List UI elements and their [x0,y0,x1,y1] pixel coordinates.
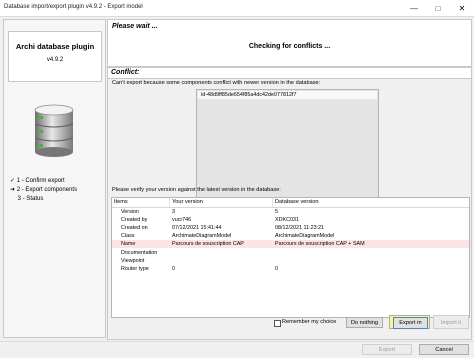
cell-item: Created by [121,217,148,224]
export-button-frame: Export m [393,316,428,330]
export-my-version-label: Export m [393,317,428,329]
cell-item: Created on [121,225,148,232]
cancel-button[interactable]: Cancel [419,344,469,355]
cell-item: Class [121,233,135,240]
table-row[interactable]: Class ArchimateDiagramModel ArchimateDiagr… [112,232,469,240]
column-header-database-version[interactable]: Database version [273,198,469,207]
please-wait-title: Please wait ... [112,23,158,30]
conflict-header: Conflict: [108,68,471,79]
step-status: 3 - Status [10,195,77,204]
cell-item: Router type [121,265,149,272]
remember-choice-label: Remember my choice [282,319,337,325]
cell-item: Viewpoint [121,257,145,264]
cell-item: Documentation [121,249,158,256]
wizard-steps: ✓ 1 - Confirm export ➜ 2 - Export compon… [10,177,77,204]
cell-your-version: vucr746 [172,217,192,224]
table-row[interactable]: Created by vucr746 XDKC031 [112,216,469,224]
cell-database-version: Parcours de souscription CAP + SAM [275,241,365,248]
plugin-info-box: Archi database plugin v4.9.2 [8,31,102,82]
verify-message: Please verify your version against the l… [112,187,281,193]
maximize-icon[interactable]: □ [426,0,450,16]
database-icon [32,104,76,160]
cell-database-version: XDKC031 [275,217,299,224]
table-row[interactable]: Version 3 5 [112,208,469,216]
step-confirm-export: ✓ 1 - Confirm export [10,177,77,186]
cell-database-version: 08/12/2021 11:23:21 [275,225,325,232]
table-header: Items Your version Database version [112,198,469,208]
version-comparison-table: Items Your version Database version Vers… [111,197,470,318]
cell-item: Version [121,209,139,215]
import-database-version-button[interactable]: Import it [433,315,469,329]
conflict-message: Can't export because some components con… [112,80,321,86]
table-row[interactable]: Viewpoint [112,257,469,265]
progress-panel: Please wait ... Checking for conflicts .… [107,19,472,67]
cell-database-version: 5 [275,209,278,215]
export-button[interactable]: Export [362,344,412,355]
cell-your-version: ArchimateDiagramModel [172,233,232,240]
remember-choice-checkbox[interactable] [274,320,281,327]
list-item[interactable]: id-48d9ff85de654f85a4dc42de077812f7 [198,91,377,99]
step-label: 2 - Export components [16,187,78,193]
cell-your-version: Parcours de souscription CAP [172,241,244,248]
progress-status: Checking for conflicts ... [248,43,331,50]
table-row[interactable]: Created on 07/12/2021 15:41:44 08/12/2021 … [112,224,469,232]
column-header-your-version[interactable]: Your version [170,198,273,207]
title-bar: Database import/export plugin v4.9.2 - E… [0,0,474,17]
arrow-right-icon: ➜ [10,187,16,193]
cell-your-version: 07/12/2021 15:41:44 [172,225,222,232]
plugin-name: Archi database plugin [15,42,95,51]
window-controls: — □ ✕ [402,0,474,16]
export-model-window: Database import/export plugin v4.9.2 - E… [0,0,474,358]
checkmark-icon: ✓ [10,178,16,184]
wizard-sidebar: Archi database plugin v4.9.2 ✓ 1 - Confi… [3,19,106,338]
close-icon[interactable]: ✕ [450,0,474,16]
export-my-version-button[interactable]: Export m [389,315,430,329]
conflict-panel: Conflict: Can't export because some comp… [107,67,472,340]
step-label: 3 - Status [17,196,44,202]
cell-database-version: ArchimateDiagramModel [275,233,335,240]
step-export-components: ➜ 2 - Export components [10,186,77,195]
minimize-icon[interactable]: — [402,0,426,16]
wizard-button-bar: Export Cancel [0,341,474,358]
cell-your-version: 0 [172,265,175,272]
table-row[interactable]: Name Parcours de souscription CAP Parcours… [112,240,469,249]
table-row[interactable]: Documentation [112,249,469,257]
cell-item: Name [121,241,136,248]
table-row[interactable]: Router type 0 0 [112,265,469,273]
cell-your-version: 3 [172,209,175,215]
do-nothing-button[interactable]: Do nothing [346,317,383,328]
window-title: Database import/export plugin v4.9.2 - E… [4,4,143,10]
cell-database-version: 0 [275,265,278,272]
conflict-title: Conflict: [111,69,140,76]
column-header-items[interactable]: Items [112,198,170,207]
plugin-version: v4.9.2 [46,57,64,63]
step-label: 1 - Confirm export [16,178,65,184]
